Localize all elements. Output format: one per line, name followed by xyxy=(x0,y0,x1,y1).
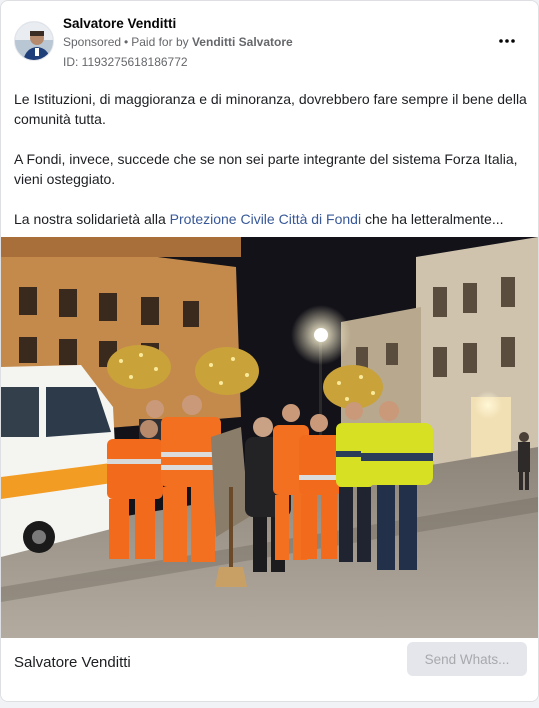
ad-card: Salvatore Venditti Sponsored • Paid for by… xyxy=(0,0,539,702)
avatar-image xyxy=(15,22,53,60)
send-whatsapp-button[interactable]: Send Whats... xyxy=(407,642,527,676)
ad-photo[interactable] xyxy=(1,237,538,638)
ad-header: Salvatore Venditti Sponsored • Paid for by… xyxy=(1,1,538,81)
ad-id: ID: 1193275618186772 xyxy=(63,55,188,69)
paid-for-by-name[interactable]: Venditti Salvatore xyxy=(192,35,293,49)
sponsor-line: Sponsored • Paid for by Venditti Salvatore xyxy=(63,35,293,49)
photo-group-volunteers xyxy=(1,237,538,638)
post-paragraph: A Fondi, invece, succede che se non sei … xyxy=(14,151,518,187)
protezione-civile-link[interactable]: Protezione Civile Città di Fondi xyxy=(170,211,361,227)
paragraph-text: che ha letteralmente... xyxy=(361,211,504,227)
footer-page-name[interactable]: Salvatore Venditti xyxy=(14,654,131,671)
post-paragraph: La nostra solidarietà alla Protezione Ci… xyxy=(14,209,529,229)
paragraph-text: La nostra solidarietà alla xyxy=(14,211,170,227)
page-name[interactable]: Salvatore Venditti xyxy=(63,16,176,31)
meta-separator: • xyxy=(124,35,129,49)
sponsored-label: Sponsored xyxy=(63,35,122,49)
paid-for-prefix: Paid for by xyxy=(131,35,189,49)
post-paragraph: Le Istituzioni, di maggioranza e di mino… xyxy=(14,91,527,127)
more-options-icon[interactable] xyxy=(493,29,521,53)
page-avatar[interactable] xyxy=(14,21,54,61)
post-text: Le Istituzioni, di maggioranza e di mino… xyxy=(14,89,529,249)
ellipsis-icon xyxy=(499,39,515,43)
ad-footer: Salvatore Venditti Send Whats... xyxy=(1,638,538,701)
